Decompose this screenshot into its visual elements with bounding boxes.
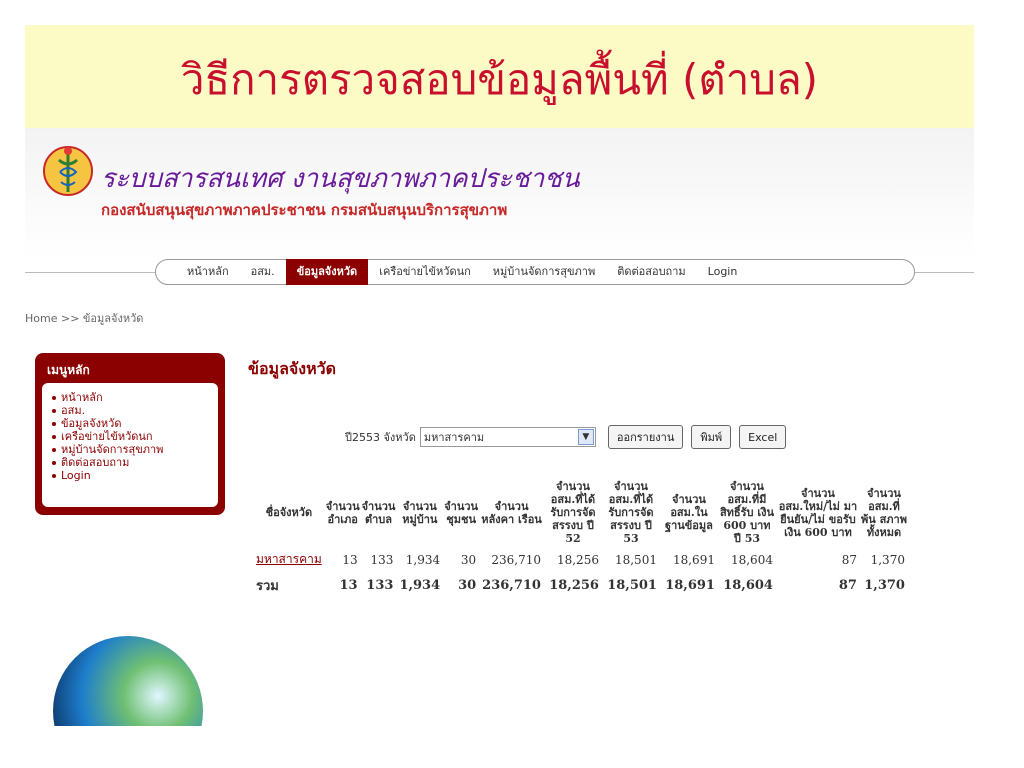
sidebar-item-contact[interactable]: ติดต่อสอบถาม	[52, 456, 218, 469]
province-select-value: มหาสารคาม	[423, 431, 485, 444]
table-cell: 18,256	[549, 578, 599, 593]
province-select[interactable]: มหาสารคาม ▼	[419, 427, 596, 447]
bullet-icon	[52, 448, 56, 452]
sidebar-item-osm[interactable]: อสม.	[52, 404, 218, 417]
province-link[interactable]: มหาสารคาม	[256, 552, 322, 566]
table-cell: 18,604	[723, 578, 773, 593]
bullet-icon	[52, 409, 56, 413]
bullet-icon	[52, 422, 56, 426]
table-cell: 18,691	[672, 552, 715, 567]
col-header: จำนวน อสม.ใน ฐานข้อมูล	[665, 493, 713, 532]
table-cell: 18,501	[607, 578, 657, 593]
table-cell: 30	[458, 578, 477, 593]
col-header: จำนวน ตำบล	[361, 499, 396, 526]
table-row: มหาสารคาม 13 133 1,934 30 236,710 18,256…	[253, 547, 908, 572]
bullet-icon	[52, 461, 56, 465]
excel-button[interactable]: Excel	[739, 425, 787, 449]
site-header: ระบบสารสนเทศ งานสุขภาพภาคประชาชน กองสนับ…	[25, 128, 974, 258]
table-cell: 1,370	[870, 552, 905, 567]
nav-item-province-data[interactable]: ข้อมูลจังหวัด	[285, 259, 369, 285]
sidebar-item-label: หมู่บ้านจัดการสุขภาพ	[61, 443, 164, 456]
sidebar-item-label: ข้อมูลจังหวัด	[61, 417, 122, 430]
col-header: จำนวน อสม.ที่มี สิทธิ์รับ เงิน 600 บาท ป…	[719, 480, 774, 545]
sidebar-item-label: ติดต่อสอบถาม	[61, 456, 130, 469]
table-cell: 1,934	[399, 578, 441, 593]
chevron-down-icon[interactable]: ▼	[577, 429, 594, 445]
breadcrumb: Home >> ข้อมูลจังหวัด	[25, 312, 144, 325]
sidebar-item-label: อสม.	[61, 404, 86, 417]
total-row: รวม 13 133 1,934 30 236,710 18,256 18,50…	[253, 572, 908, 599]
nav-item-contact[interactable]: ติดต่อสอบถาม	[606, 259, 696, 285]
table-cell: 236,710	[491, 552, 541, 567]
province-data-table: ชื่อจังหวัด จำนวน อำเภอ จำนวน ตำบล จำนวน…	[253, 478, 908, 599]
table-cell: 236,710	[482, 578, 541, 593]
site-org: กองสนับสนุนสุขภาพภาคประชาชน กรมสนับสนุนบ…	[101, 201, 508, 219]
sidebar-item-label: เครือข่ายไข้หวัดนก	[61, 430, 153, 443]
province-name-cell: มหาสารคาม	[253, 547, 325, 572]
table-cell: 18,691	[665, 578, 715, 593]
table-cell: 18,256	[556, 552, 599, 567]
col-header: จำนวน อำเภอ	[325, 499, 360, 526]
website-screenshot: ระบบสารสนเทศ งานสุขภาพภาคประชาชน กองสนับ…	[25, 128, 974, 726]
table-cell: 133	[366, 578, 394, 593]
main-nav: หน้าหลัก อสม. ข้อมูลจังหวัด เครือข่ายไข้…	[155, 259, 915, 285]
nav-item-bird-flu-network[interactable]: เครือข่ายไข้หวัดนก	[368, 259, 482, 285]
sidebar-title: เมนูหลัก	[47, 363, 90, 377]
table-cell: 87	[841, 552, 857, 567]
table-cell: 133	[370, 552, 394, 567]
sidebar-item-login[interactable]: Login	[52, 469, 218, 482]
col-header: ชื่อจังหวัด	[265, 506, 313, 519]
globe-image	[53, 636, 203, 726]
content-title: ข้อมูลจังหวัด	[248, 359, 337, 378]
col-header: จำนวน หมู่บ้าน	[402, 499, 438, 526]
table-cell: 87	[838, 578, 857, 593]
bullet-icon	[52, 396, 56, 400]
table-cell: 1,370	[864, 578, 905, 593]
sidebar-item-label: หน้าหลัก	[61, 391, 103, 404]
table-cell: 13	[342, 552, 358, 567]
sidebar-item-health-village[interactable]: หมู่บ้านจัดการสุขภาพ	[52, 443, 218, 456]
total-label: รวม	[256, 579, 279, 594]
nav-item-login[interactable]: Login	[697, 259, 749, 285]
site-name: ระบบสารสนเทศ งานสุขภาพภาคประชาชน	[101, 164, 580, 194]
nav-item-home[interactable]: หน้าหลัก	[176, 259, 240, 285]
sidebar-menu: เมนูหลัก หน้าหลัก อสม. ข้อมูลจังหวัด เคร…	[35, 353, 225, 515]
table-cell: 1,934	[405, 552, 441, 567]
print-button[interactable]: พิมพ์	[691, 425, 732, 449]
bullet-icon	[52, 474, 56, 478]
table-cell: 18,604	[730, 552, 773, 567]
table-cell: 18,501	[614, 552, 657, 567]
sidebar-body: หน้าหลัก อสม. ข้อมูลจังหวัด เครือข่ายไข้…	[42, 383, 218, 507]
nav-item-health-village[interactable]: หมู่บ้านจัดการสุขภาพ	[482, 259, 606, 285]
sidebar-item-label: Login	[61, 469, 91, 482]
logo-icon	[39, 142, 97, 200]
filter-label: ปี2553 จังหวัด	[345, 431, 416, 444]
sidebar-item-home[interactable]: หน้าหลัก	[52, 391, 218, 404]
table-cell: 30	[460, 552, 477, 567]
col-header: จำนวน อสม.ที่ได้ รับการจัด สรรงบ ปี 53	[608, 480, 654, 545]
col-header: จำนวน อสม.ที่ได้ รับการจัด สรรงบ ปี 52	[550, 480, 596, 545]
slide-title: วิธีการตรวจสอบข้อมูลพื้นที่ (ตำบล)	[180, 55, 819, 104]
sidebar-list: หน้าหลัก อสม. ข้อมูลจังหวัด เครือข่ายไข้…	[42, 383, 218, 482]
sidebar-item-bird-flu-network[interactable]: เครือข่ายไข้หวัดนก	[52, 430, 218, 443]
col-header: จำนวน อสม.ใหม่/ไม่ มายืนยัน/ไม่ ขอรับเงิ…	[778, 486, 858, 539]
col-header: จำนวน หลังคา เรือน	[481, 499, 542, 526]
filter-row: ปี2553 จังหวัด มหาสารคาม ▼ ออกรายงาน พิม…	[345, 425, 787, 449]
table-cell: 13	[339, 578, 358, 593]
col-header: จำนวน อสม.ที่ พ้น สภาพ ทั้งหมด	[860, 486, 907, 539]
slide-banner: วิธีการตรวจสอบข้อมูลพื้นที่ (ตำบล)	[25, 25, 974, 128]
bullet-icon	[52, 435, 56, 439]
col-header: จำนวน ชุมชน	[444, 499, 479, 526]
report-button[interactable]: ออกรายงาน	[607, 425, 684, 449]
sidebar-item-province-data[interactable]: ข้อมูลจังหวัด	[52, 417, 218, 430]
table-header-row: ชื่อจังหวัด จำนวน อำเภอ จำนวน ตำบล จำนวน…	[253, 478, 908, 547]
nav-item-osm[interactable]: อสม.	[240, 259, 286, 285]
